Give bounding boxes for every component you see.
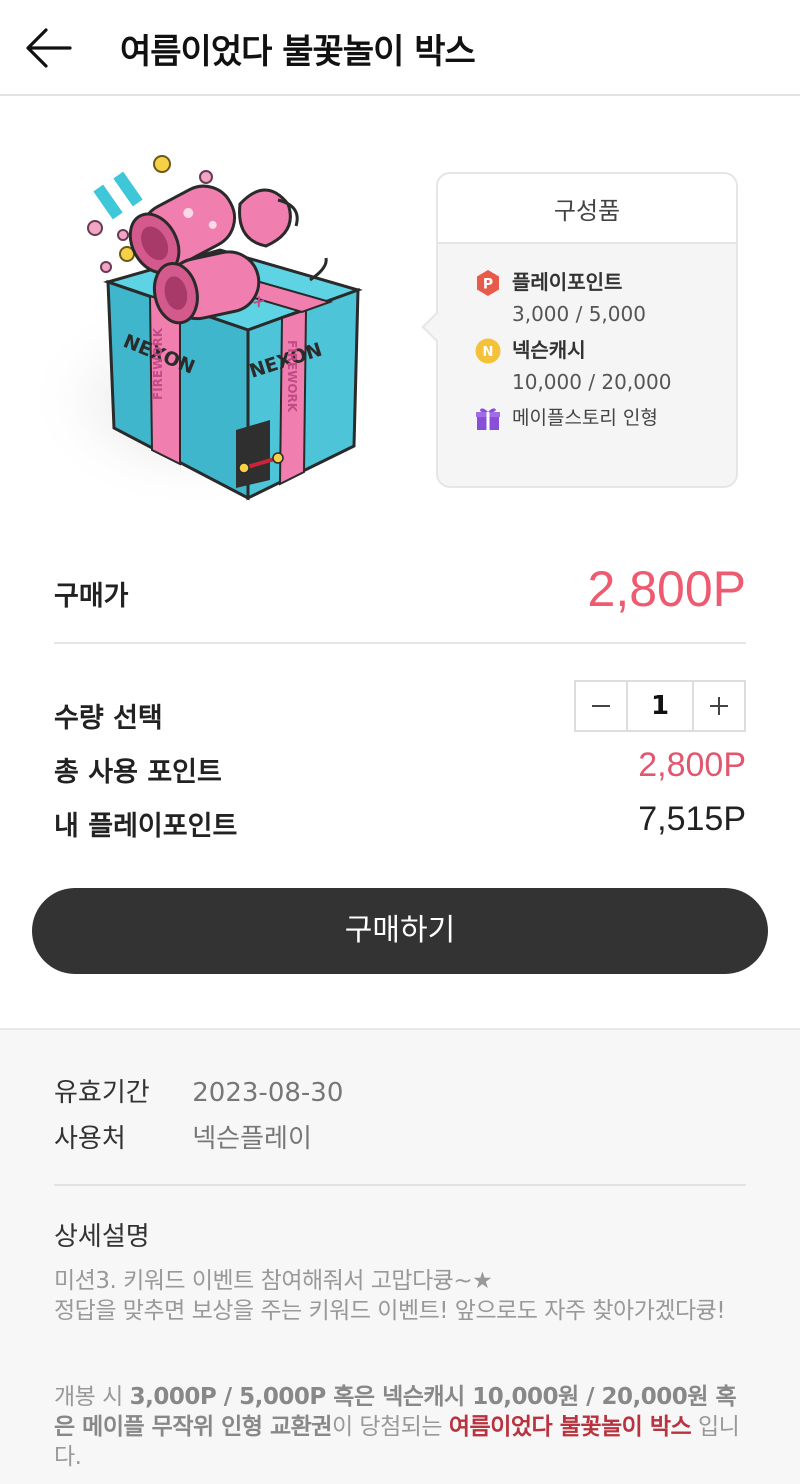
component-maple-doll: 메이플스토리 인형	[474, 404, 736, 433]
components-list: P 플레이포인트 3,000 / 5,000 N 넥슨캐시 10,000 / 2…	[438, 244, 736, 433]
price-value: 2,800P	[587, 561, 746, 617]
expiry-label: 유효기간	[54, 1078, 150, 1108]
decrease-button[interactable]	[576, 682, 626, 730]
component-name: 넥슨캐시	[512, 338, 586, 362]
header-bar: 여름이었다 불꽃놀이 박스	[0, 0, 800, 96]
component-value: 3,000 / 5,000	[512, 302, 646, 326]
nexon-cash-icon: N	[475, 338, 501, 364]
minus-icon	[592, 705, 610, 707]
svg-text:FIREWORK: FIREWORK	[151, 327, 165, 400]
price-label: 구매가	[54, 581, 129, 612]
expiry-value: 2023-08-30	[192, 1078, 344, 1108]
plus-icon	[710, 697, 728, 715]
svg-text:P: P	[483, 277, 493, 293]
svg-text:FIREWORK: FIREWORK	[285, 340, 299, 413]
components-panel: 구성품 P 플레이포인트 3,000 / 5,000 N 넥슨캐시 10,000…	[436, 172, 738, 488]
description-text: 미션3. 키워드 이벤트 참여해줘서 고맙다큥~★ 정답을 맞추면 보상을 주는…	[54, 1268, 726, 1324]
divider	[54, 1184, 746, 1186]
description-title: 상세설명	[54, 1222, 150, 1252]
usage-row: 사용처 넥슨플레이	[54, 1118, 312, 1155]
usage-value: 넥슨플레이	[192, 1124, 312, 1154]
my-points-value: 7,515P	[638, 800, 746, 838]
price-row: 구매가 2,800P	[54, 561, 746, 644]
expiry-row: 유효기간 2023-08-30	[54, 1072, 343, 1109]
total-points-label: 총 사용 포인트	[54, 757, 222, 788]
component-value: 10,000 / 20,000	[512, 370, 672, 394]
increase-button[interactable]	[694, 682, 744, 730]
fireworks-box-image: NEXON NEXON FIREWORK FIREWORK BOX	[25, 150, 370, 510]
gift-icon	[476, 408, 500, 430]
components-title: 구성품	[438, 174, 736, 244]
component-play-point: P 플레이포인트 3,000 / 5,000	[474, 268, 736, 326]
info-section: 유효기간 2023-08-30 사용처 넥슨플레이 상세설명 미션3. 키워드 …	[0, 1028, 800, 1484]
component-nexon-cash: N 넥슨캐시 10,000 / 20,000	[474, 336, 736, 394]
note-middle: 이 당첨되는	[331, 1414, 449, 1440]
play-point-icon: P	[477, 270, 499, 296]
quantity-label: 수량 선택	[54, 703, 163, 734]
back-arrow-icon[interactable]	[22, 22, 74, 74]
total-points-value: 2,800P	[638, 746, 746, 784]
note-box-name: 여름이었다 불꽃놀이 박스	[448, 1414, 692, 1440]
description-note: 개봉 시 3,000P / 5,000P 혹은 넥슨캐시 10,000원 / 2…	[54, 1382, 754, 1472]
component-name: 메이플스토리 인형	[512, 407, 658, 429]
my-points-label: 내 플레이포인트	[54, 811, 238, 842]
buy-button[interactable]: 구매하기	[32, 888, 768, 974]
svg-text:N: N	[483, 345, 494, 360]
usage-label: 사용처	[54, 1124, 126, 1154]
component-name: 플레이포인트	[512, 270, 623, 294]
note-prefix: 개봉 시	[54, 1384, 130, 1410]
page-title: 여름이었다 불꽃놀이 박스	[120, 32, 476, 72]
quantity-value: 1	[626, 682, 694, 730]
quantity-stepper: 1	[574, 680, 746, 732]
